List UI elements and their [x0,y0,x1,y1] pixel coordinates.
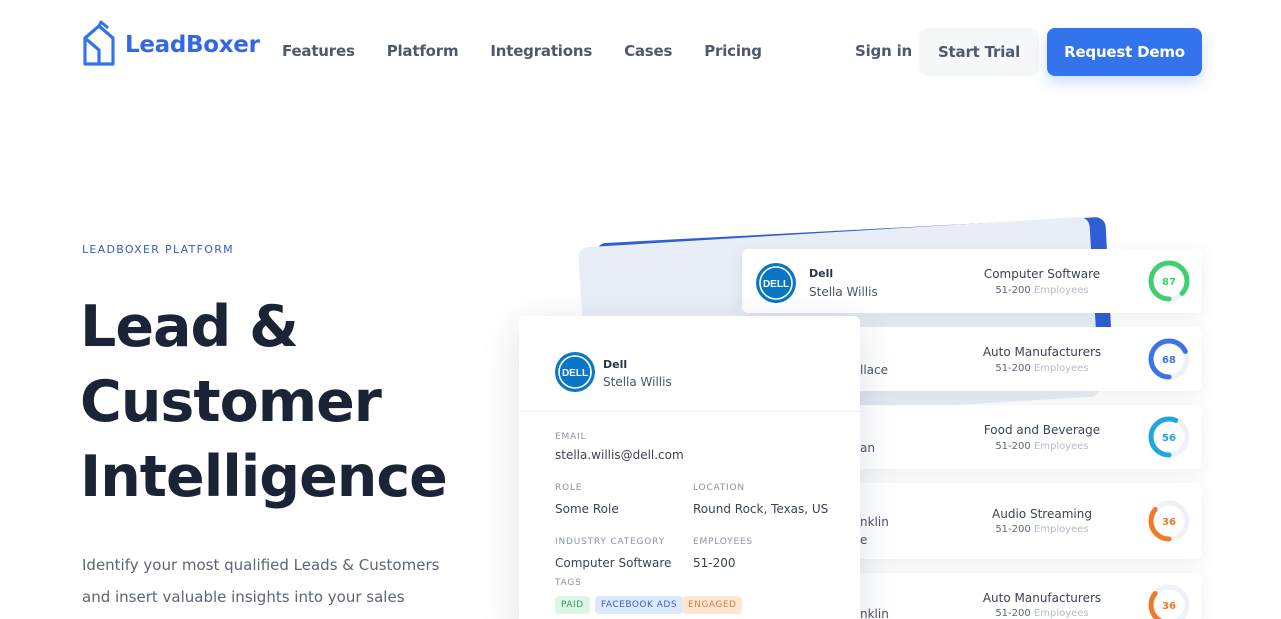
lead-employees: 51-200 Employees [932,441,1152,452]
subtitle-line: Identify your most qualified Leads & Cus… [82,556,440,574]
gauge-score: 36 [1162,601,1176,612]
score-gauge-icon: 36 [1148,584,1190,619]
request-demo-button[interactable]: Request Demo [1047,28,1202,76]
employees-count: 51-200 [995,608,1031,619]
lead-name-fragment: e [860,533,868,547]
gauge-score: 36 [1162,517,1176,528]
hero-headline: Lead & Customer Intelligence [80,290,500,515]
lead-industry: Auto Manufacturers [982,591,1102,605]
location-value: Round Rock, Texas, US [693,502,829,516]
score-gauge-icon: 68 [1148,338,1190,380]
hero-eyebrow: LEADBOXER PLATFORM [82,243,234,256]
lead-industry: Audio Streaming [992,507,1092,521]
employees-label: Employees [1033,363,1089,374]
location-label: LOCATION [693,483,745,493]
role-value: Some Role [555,502,619,516]
gauge-score: 56 [1162,433,1176,444]
tag-engaged[interactable]: ENGAGED [682,596,743,614]
svg-text:DELL: DELL [562,368,588,379]
dell-logo-icon: DELL [555,352,595,392]
detail-company: Dell [603,358,628,371]
lead-name-fragment: nklin [860,515,889,529]
lead-detail-card[interactable]: DELL Dell Stella Willis EMAIL stella.wil… [519,316,860,619]
lead-name-fragment: nklin [860,607,889,619]
lead-employees: 51-200 Employees [932,285,1152,296]
email-label: EMAIL [555,432,587,442]
dell-logo-icon: DELL [756,263,796,303]
employees-count: 51-200 [995,363,1031,374]
employees-value: 51-200 [693,556,736,570]
top-navigation: LeadBoxer Features Platform Integrations… [0,0,1281,104]
nav-link-cases[interactable]: Cases [624,42,672,60]
employees-count: 51-200 [995,441,1031,452]
tag-paid[interactable]: PAID [555,596,590,614]
nav-links: Features Platform Integrations Cases Pri… [282,42,762,60]
email-value: stella.willis@dell.com [555,448,684,462]
nav-link-pricing[interactable]: Pricing [704,42,762,60]
employees-label: Employees [1033,608,1089,619]
lead-name-fragment: llace [860,363,889,377]
score-gauge-icon: 87 [1148,260,1190,302]
employees-label: Employees [1033,524,1089,535]
employees-label: Employees [1033,441,1089,452]
score-gauge-icon: 56 [1148,416,1190,458]
leadboxer-logo-icon [83,20,115,66]
lead-industry: Computer Software [983,267,1101,281]
lead-employees: 51-200 Employees [932,524,1152,535]
hero-subtitle: Identify your most qualified Leads & Cus… [82,549,462,613]
sign-in-link[interactable]: Sign in [855,42,912,60]
tag-facebook-ads[interactable]: FACEBOOK ADS [595,596,684,614]
employees-count: 51-200 [995,524,1031,535]
start-trial-button[interactable]: Start Trial [919,28,1039,76]
tags-label: TAGS [555,578,582,588]
detail-name: Stella Willis [603,375,672,389]
industry-value: Computer Software [555,556,672,570]
employees-count: 51-200 [995,285,1031,296]
nav-link-platform[interactable]: Platform [387,42,459,60]
brand-logo[interactable]: LeadBoxer [81,20,260,70]
lead-company: Dell [809,267,834,280]
employees-label: EMPLOYEES [693,537,753,547]
brand-name: LeadBoxer [125,32,260,58]
lead-row[interactable]: DELL Dell Stella Willis Computer Softwar… [742,249,1202,313]
headline-line: Intelligence [80,444,448,510]
role-label: ROLE [555,483,583,493]
industry-label: INDUSTRY CATEGORY [555,537,665,547]
lead-employees: 51-200 Employees [932,608,1152,619]
svg-text:DELL: DELL [763,279,789,290]
lead-industry: Food and Beverage [983,423,1101,437]
lead-name: Stella Willis [809,285,878,299]
headline-line: Customer [80,369,382,435]
lead-industry: Auto Manufacturers [982,345,1102,359]
score-gauge-icon: 36 [1148,500,1190,542]
headline-line: Lead & [80,294,299,360]
lead-employees: 51-200 Employees [932,363,1152,374]
nav-link-integrations[interactable]: Integrations [490,42,592,60]
gauge-score: 68 [1162,355,1176,366]
gauge-score: 87 [1162,277,1176,288]
subtitle-line: and insert valuable insights into your s… [82,588,405,606]
detail-header: DELL Dell Stella Willis [519,316,860,412]
nav-link-features[interactable]: Features [282,42,355,60]
lead-name-fragment: an [860,441,875,455]
employees-label: Employees [1033,285,1089,296]
